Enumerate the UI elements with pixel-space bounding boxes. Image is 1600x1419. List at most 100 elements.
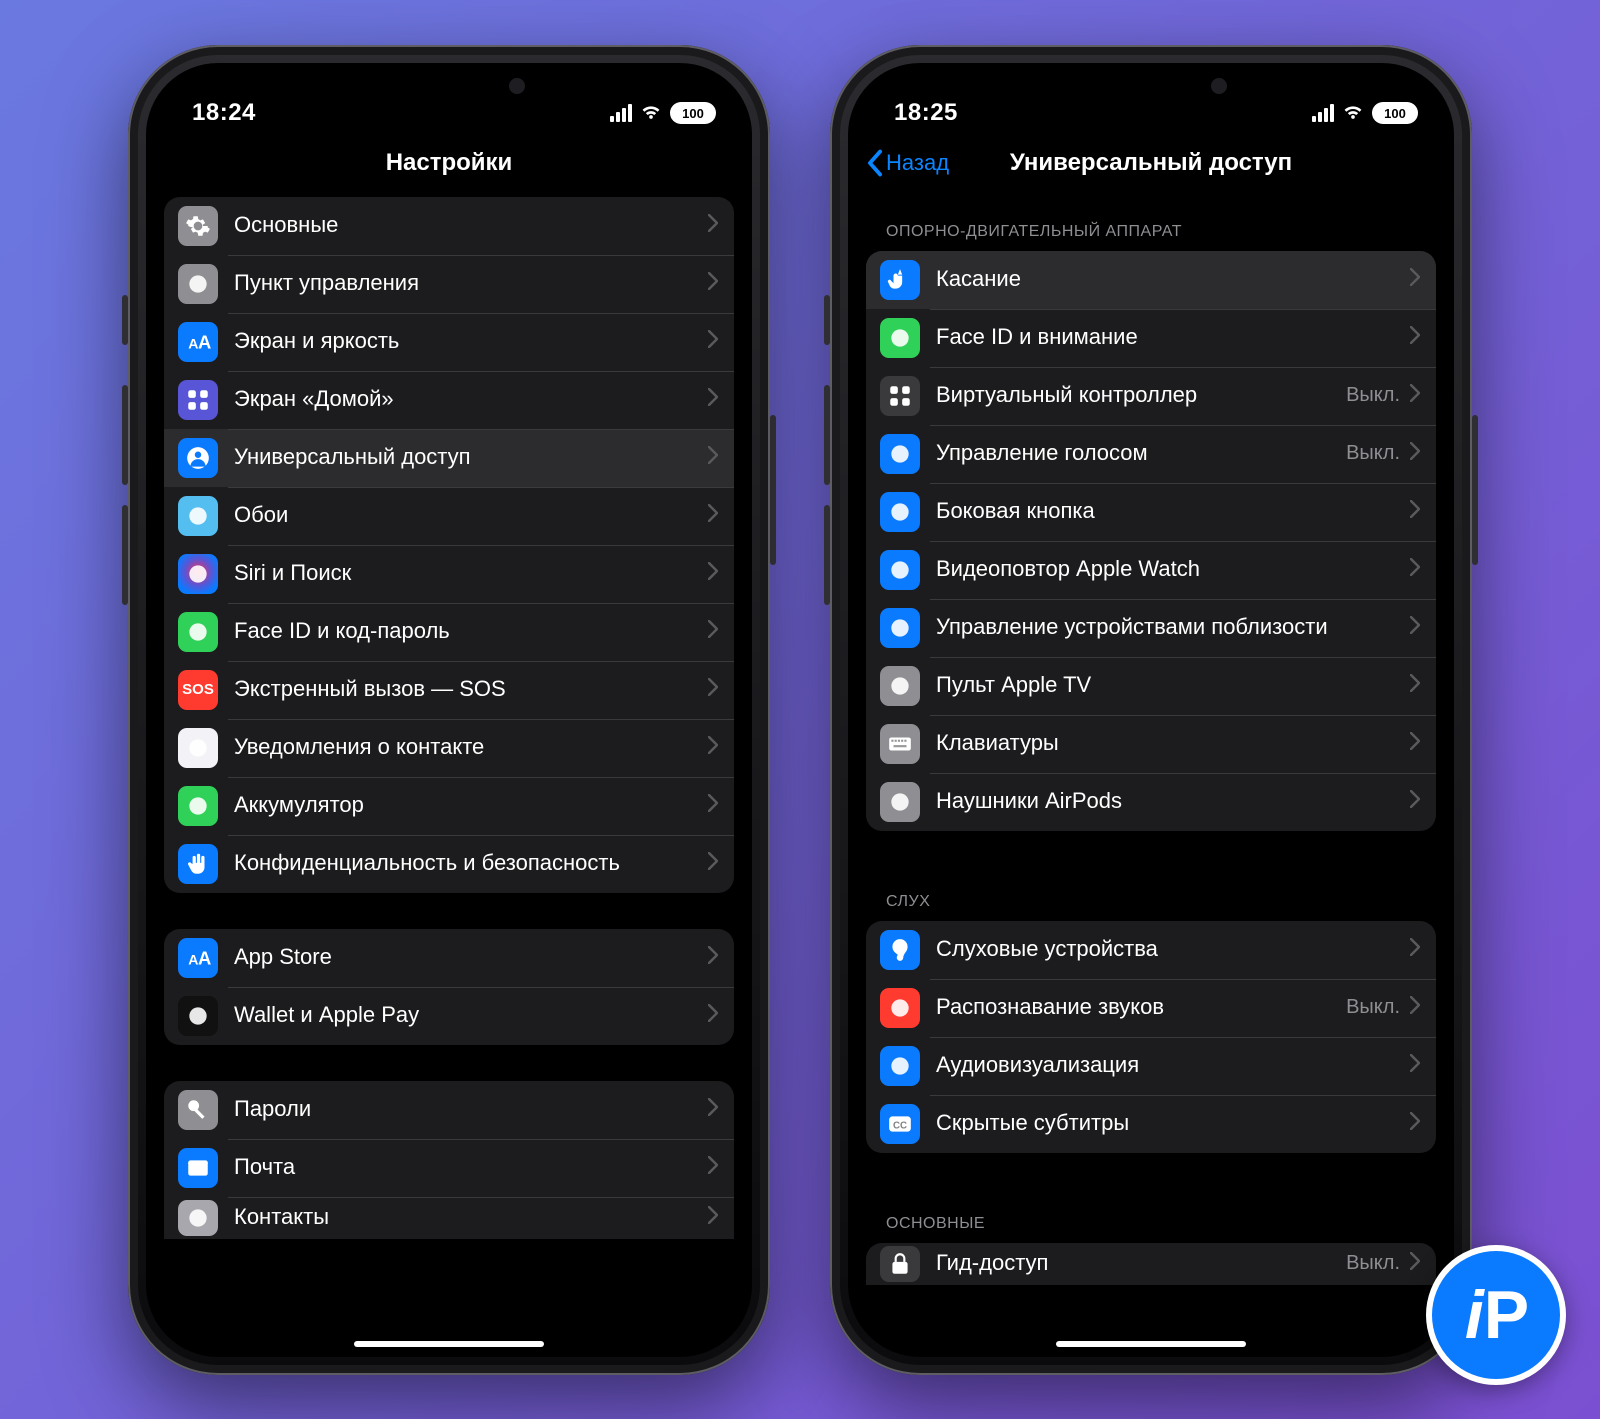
list-item[interactable]: Пункт управления xyxy=(164,255,734,313)
navbar: Настройки xyxy=(146,133,752,193)
list-item[interactable]: Уведомления о контакте xyxy=(164,719,734,777)
chevron-right-icon xyxy=(1410,790,1420,813)
list-item[interactable]: Экран и яркость xyxy=(164,313,734,371)
list-item[interactable]: Управление голосом Выкл. xyxy=(866,425,1436,483)
back-label: Назад xyxy=(886,150,949,176)
list-item[interactable]: Слуховые устройства xyxy=(866,921,1436,979)
hand-privacy-icon xyxy=(178,844,218,884)
settings-group: Слуховые устройстваРаспознавание звуковВ… xyxy=(866,921,1436,1153)
list-item-label: Уведомления о контакте xyxy=(234,734,698,760)
chevron-right-icon xyxy=(1410,442,1420,465)
list-item[interactable]: Экран «Домой» xyxy=(164,371,734,429)
list-item[interactable]: Универсальный доступ xyxy=(164,429,734,487)
list-item[interactable]: Гид-доступВыкл. xyxy=(866,1243,1436,1285)
home-indicator[interactable] xyxy=(354,1341,544,1347)
settings-list[interactable]: Основные Пункт управления Экран и яркость Э… xyxy=(146,193,752,1357)
list-item-label: Face ID и внимание xyxy=(936,324,1400,350)
list-item[interactable]: Аудиовизуализация xyxy=(866,1037,1436,1095)
settings-group: App Store Wallet и Apple Pay xyxy=(164,929,734,1045)
list-item-label: Face ID и код-пароль xyxy=(234,618,698,644)
chevron-right-icon xyxy=(1410,1112,1420,1135)
cc-icon xyxy=(880,1104,920,1144)
list-item-label: Скрытые субтитры xyxy=(936,1110,1400,1136)
list-item-label: Экран «Домой» xyxy=(234,386,698,412)
list-item-label: Управление голосом xyxy=(936,440,1338,466)
list-item[interactable]: Почта xyxy=(164,1139,734,1197)
list-item-label: Экран и яркость xyxy=(234,328,698,354)
list-item[interactable]: Контакты xyxy=(164,1197,734,1239)
sos-icon: SOS xyxy=(178,670,218,710)
list-item[interactable]: Face ID и код-пароль xyxy=(164,603,734,661)
list-item-detail: Выкл. xyxy=(1346,996,1400,1019)
list-item-detail: Выкл. xyxy=(1346,1252,1400,1275)
text-size-icon xyxy=(178,322,218,362)
list-item-label: Управление устройствами поблизости xyxy=(936,614,1400,640)
wifi-icon xyxy=(1342,100,1364,127)
list-item-label: Аккумулятор xyxy=(234,792,698,818)
list-item-label: App Store xyxy=(234,944,698,970)
list-item[interactable]: Скрытые субтитры xyxy=(866,1095,1436,1153)
status-time: 18:24 xyxy=(192,99,256,127)
list-item-label: Пароли xyxy=(234,1096,698,1122)
chevron-right-icon xyxy=(708,946,718,969)
list-item[interactable]: Обои xyxy=(164,487,734,545)
list-item[interactable]: Пароли xyxy=(164,1081,734,1139)
back-button[interactable]: Назад xyxy=(866,149,949,177)
accessibility-list[interactable]: ОПОРНО-ДВИГАТЕЛЬНЫЙ АППАРАТКасаниеFace I… xyxy=(848,193,1454,1357)
list-item[interactable]: Виртуальный контроллерВыкл. xyxy=(866,367,1436,425)
list-item[interactable]: Распознавание звуковВыкл. xyxy=(866,979,1436,1037)
list-item[interactable]: Аккумулятор xyxy=(164,777,734,835)
list-item-label: Наушники AirPods xyxy=(936,788,1400,814)
list-item-label: Почта xyxy=(234,1154,698,1180)
list-item[interactable]: App Store xyxy=(164,929,734,987)
touch-icon xyxy=(880,260,920,300)
siri-icon xyxy=(178,554,218,594)
notch xyxy=(329,63,569,107)
list-item-label: Касание xyxy=(936,266,1400,292)
list-item[interactable]: Видеоповтор Apple Watch xyxy=(866,541,1436,599)
battery-indicator: 100 xyxy=(670,102,716,124)
list-item[interactable]: Wallet и Apple Pay xyxy=(164,987,734,1045)
wallet-icon xyxy=(178,996,218,1036)
tvremote-icon xyxy=(880,666,920,706)
list-item[interactable]: Пульт Apple TV xyxy=(866,657,1436,715)
chevron-right-icon xyxy=(1410,732,1420,755)
list-item-label: Основные xyxy=(234,212,698,238)
chevron-right-icon xyxy=(1410,384,1420,407)
section-header: ОСНОВНЫЕ xyxy=(866,1189,1436,1243)
list-item-detail: Выкл. xyxy=(1346,384,1400,407)
list-item[interactable]: Клавиатуры xyxy=(866,715,1436,773)
settings-group: Гид-доступВыкл. xyxy=(866,1243,1436,1285)
switches-icon xyxy=(178,264,218,304)
mail-icon xyxy=(178,1148,218,1188)
list-item[interactable]: Siri и Поиск xyxy=(164,545,734,603)
list-item-detail: Выкл. xyxy=(1346,442,1400,465)
chevron-right-icon xyxy=(1410,938,1420,961)
chevron-right-icon xyxy=(708,620,718,643)
chevron-right-icon xyxy=(1410,1252,1420,1275)
homegrid-icon xyxy=(178,380,218,420)
phone-right: 18:25 100 Назад Универсальный доступ ОПО… xyxy=(830,45,1472,1375)
airpods-icon xyxy=(880,782,920,822)
list-item[interactable]: Конфиденциальность и безопасность xyxy=(164,835,734,893)
list-item[interactable]: SOS Экстренный вызов — SOS xyxy=(164,661,734,719)
ear-icon xyxy=(880,930,920,970)
list-item[interactable]: Face ID и внимание xyxy=(866,309,1436,367)
list-item[interactable]: Управление устройствами поблизости xyxy=(866,599,1436,657)
list-item[interactable]: Касание xyxy=(866,251,1436,309)
list-item-label: Экстренный вызов — SOS xyxy=(234,676,698,702)
chevron-right-icon xyxy=(1410,996,1420,1019)
list-item[interactable]: Боковая кнопка xyxy=(866,483,1436,541)
list-item[interactable]: Основные xyxy=(164,197,734,255)
chevron-right-icon xyxy=(1410,500,1420,523)
home-indicator[interactable] xyxy=(1056,1341,1246,1347)
list-item[interactable]: Наушники AirPods xyxy=(866,773,1436,831)
switchctl-icon xyxy=(880,376,920,416)
chevron-right-icon xyxy=(708,852,718,875)
status-time: 18:25 xyxy=(894,99,958,127)
list-item-label: Обои xyxy=(234,502,698,528)
battery-icon xyxy=(178,786,218,826)
key-icon xyxy=(178,1090,218,1130)
chevron-right-icon xyxy=(1410,1054,1420,1077)
battery-indicator: 100 xyxy=(1372,102,1418,124)
